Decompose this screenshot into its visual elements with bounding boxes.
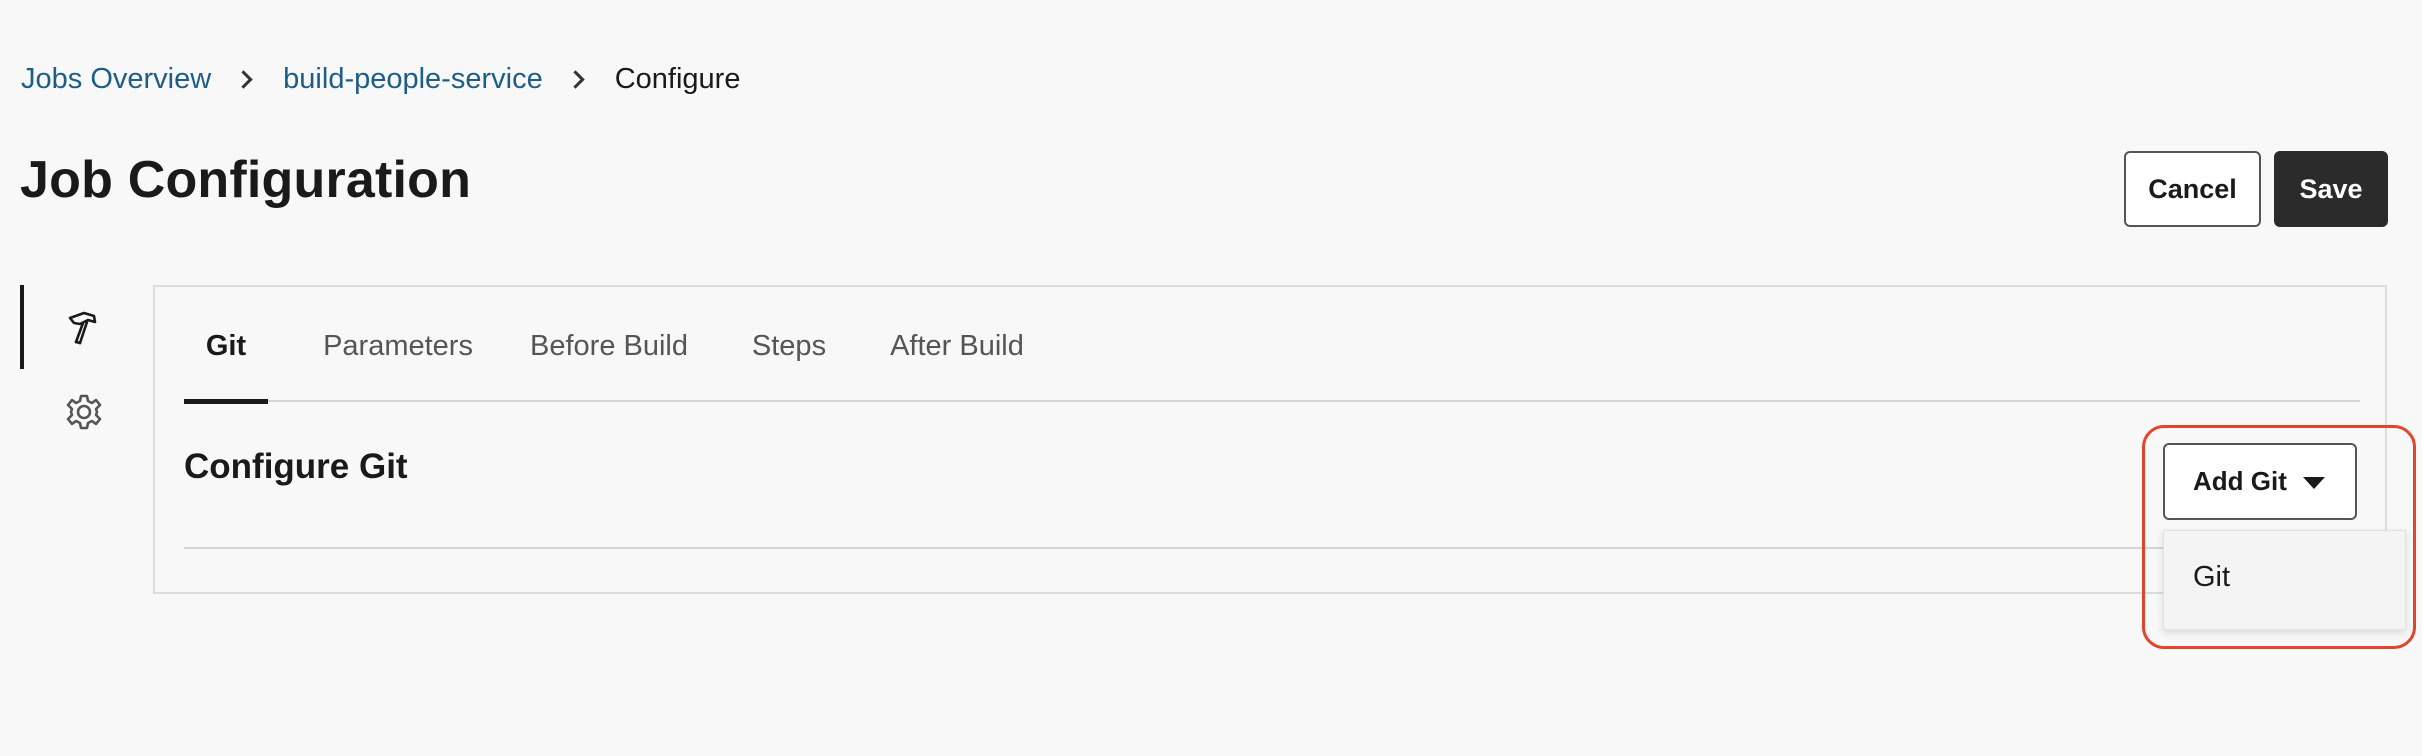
job-configuration-page: Jobs Overview build-people-service Confi… bbox=[0, 0, 2422, 756]
breadcrumb-current: Configure bbox=[614, 62, 741, 95]
job-configuration-panel: Git Parameters Before Build Steps After … bbox=[153, 285, 2387, 594]
breadcrumb-job[interactable]: build-people-service bbox=[283, 63, 543, 96]
breadcrumb: Jobs Overview build-people-service Confi… bbox=[21, 58, 740, 100]
hammer-icon[interactable] bbox=[62, 305, 106, 349]
tab-git[interactable]: Git bbox=[184, 287, 268, 404]
highlight-annotation bbox=[2142, 425, 2416, 649]
breadcrumb-jobs-overview[interactable]: Jobs Overview bbox=[21, 63, 211, 96]
section-divider bbox=[184, 547, 2360, 549]
save-button[interactable]: Save bbox=[2274, 151, 2388, 227]
tab-parameters[interactable]: Parameters bbox=[323, 287, 473, 402]
gear-icon[interactable] bbox=[62, 390, 106, 434]
tab-steps[interactable]: Steps bbox=[749, 287, 829, 402]
chevron-right-icon bbox=[566, 69, 585, 89]
section-title: Configure Git bbox=[184, 447, 408, 486]
chevron-right-icon bbox=[234, 69, 253, 89]
tab-before-build[interactable]: Before Build bbox=[527, 287, 691, 402]
tab-after-build[interactable]: After Build bbox=[884, 287, 1030, 402]
page-title: Job Configuration bbox=[20, 151, 472, 209]
cancel-button[interactable]: Cancel bbox=[2124, 151, 2261, 227]
rail-active-indicator bbox=[20, 285, 24, 369]
tab-bar: Git Parameters Before Build Steps After … bbox=[184, 287, 2360, 404]
